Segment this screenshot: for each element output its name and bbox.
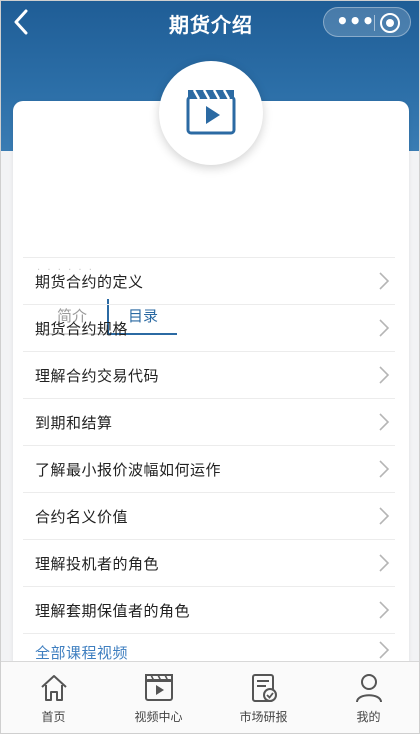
chevron-right-icon [379,601,390,619]
list-item[interactable]: 到期和结算 [23,398,395,445]
chevron-right-icon [379,272,390,290]
video-icon [145,674,173,701]
app-frame: 期货介绍 ••• · · · · · · 简介 目录 期货合约的定义 期货合约规… [0,0,420,734]
list-item[interactable]: 理解套期保值者的角色 [23,586,395,633]
capsule-divider [374,15,375,31]
list-item[interactable]: 理解投机者的角色 [23,539,395,586]
list-item[interactable]: 期货合约规格 [23,304,395,351]
list-item[interactable]: 期货合约的定义 [23,257,395,304]
chevron-right-icon [379,507,390,525]
list-item[interactable]: 合约名义价值 [23,492,395,539]
tab-market-report-label: 市场研报 [239,710,288,724]
user-icon [356,674,382,703]
list-item-label: 理解合约交易代码 [35,366,160,385]
more-dots-icon[interactable]: ••• [336,11,374,32]
all-videos-label: 全部课程视频 [35,644,129,662]
tab-mine[interactable]: 我的 [316,662,419,733]
list-item[interactable]: 了解最小报价波幅如何运作 [23,445,395,492]
list-item-label: 期货合约的定义 [35,272,144,291]
list-item-label: 合约名义价值 [35,507,129,526]
tab-video-center-label: 视频中心 [134,710,183,724]
tab-home-label: 首页 [41,710,66,724]
tab-video-center[interactable]: 视频中心 [106,662,211,733]
report-icon [252,674,277,702]
list-item-label: 理解套期保值者的角色 [35,601,191,620]
bottom-tab-bar: 首页 视频中心 市场研报 我的 [1,661,419,733]
tab-mine-label: 我的 [356,710,381,724]
tab-market-report[interactable]: 市场研报 [211,662,316,733]
list-item-label: 理解投机者的角色 [35,554,160,573]
list-item[interactable]: 理解合约交易代码 [23,351,395,398]
chevron-right-icon [379,366,390,384]
list-item-label: 了解最小报价波幅如何运作 [35,460,222,479]
video-clapper-icon [159,61,263,165]
home-icon [41,675,67,701]
all-videos-link[interactable]: 全部课程视频 [23,633,395,663]
nav-bar: 期货介绍 ••• [1,1,419,45]
chevron-right-icon [379,641,390,659]
chevron-right-icon [379,460,390,478]
chevron-right-icon [379,319,390,337]
list-item-label: 期货合约规格 [35,319,129,338]
tab-home[interactable]: 首页 [1,662,106,733]
list-item-label: 到期和结算 [35,413,113,432]
chevron-right-icon [379,413,390,431]
chevron-right-icon [379,554,390,572]
mini-program-capsule: ••• [323,7,411,37]
catalog-list: 期货合约的定义 期货合约规格 理解合约交易代码 到期和结算 了解最小报价波幅如何… [23,257,395,663]
target-icon[interactable] [380,13,400,33]
